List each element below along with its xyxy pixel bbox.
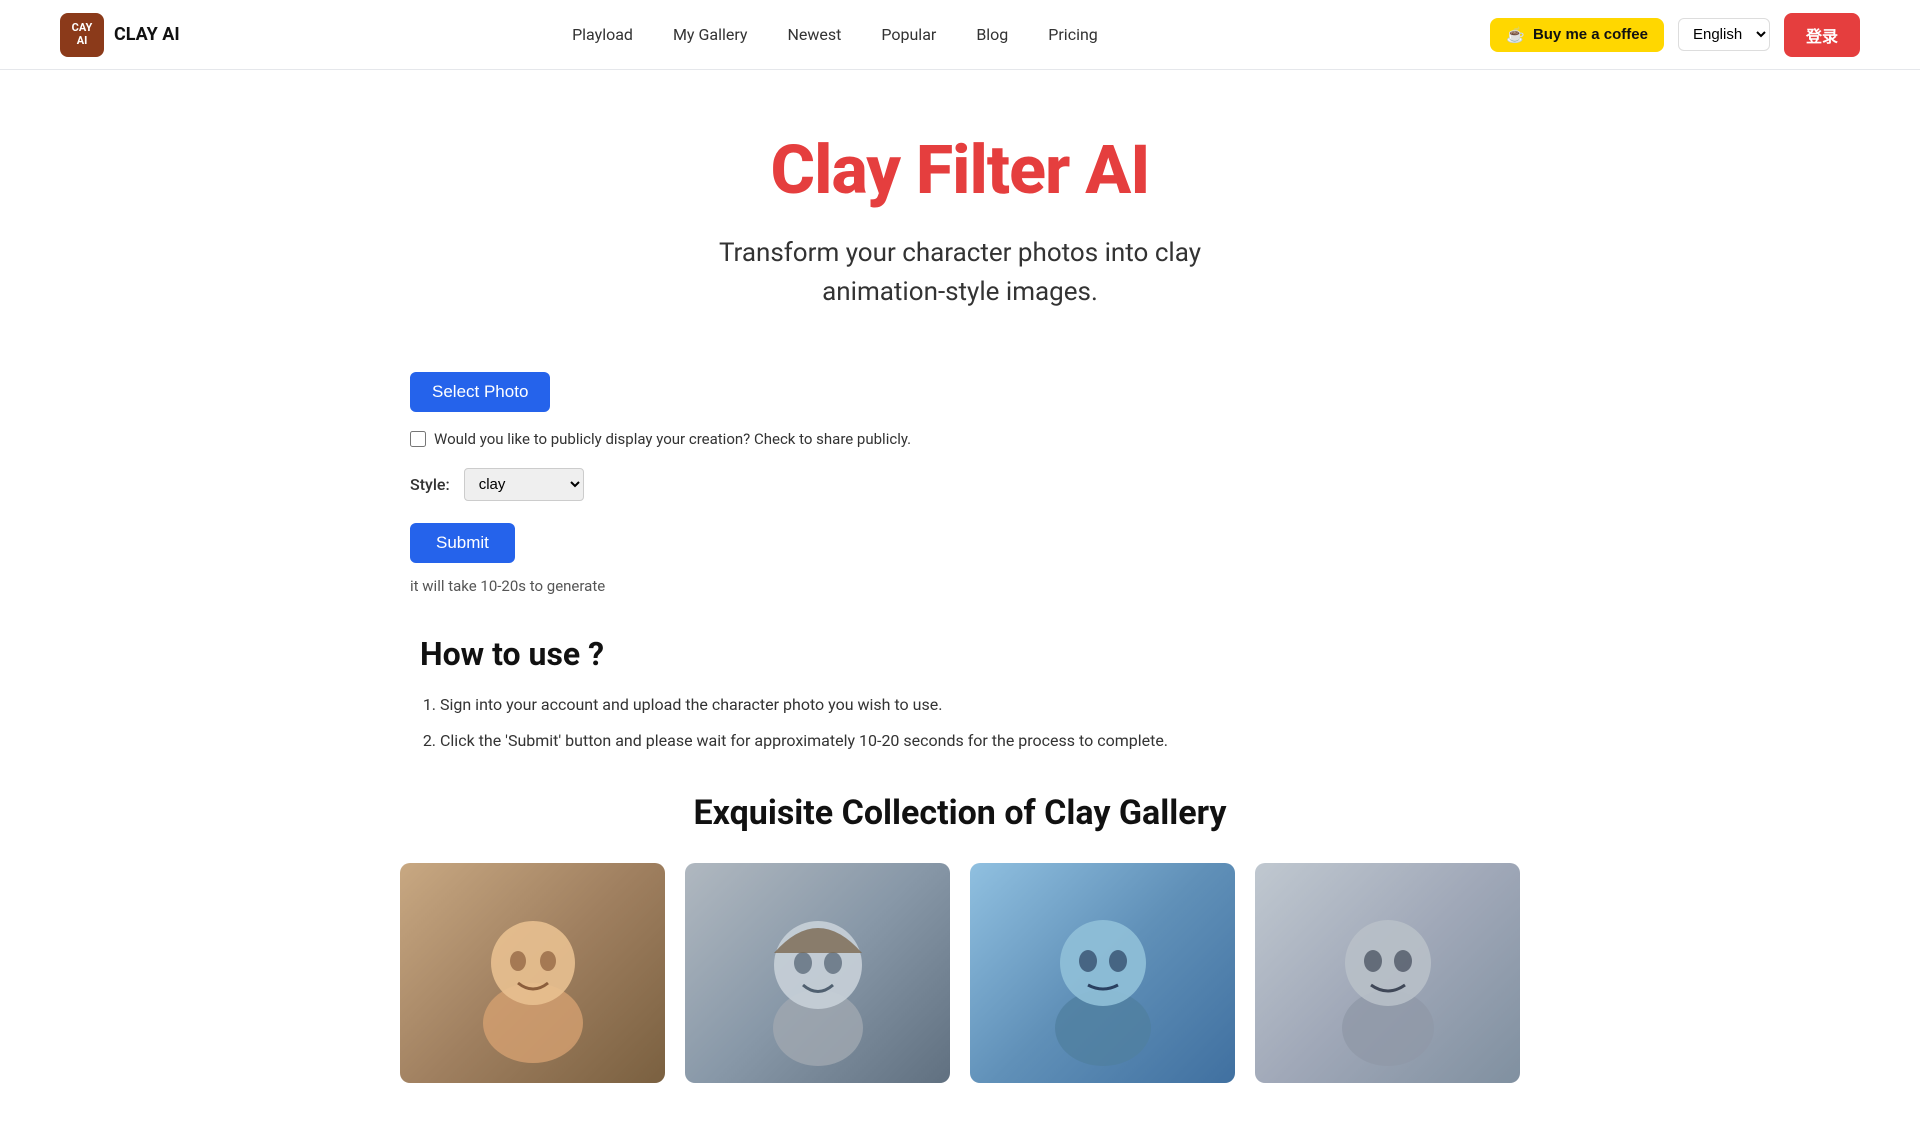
buy-coffee-label: Buy me a coffee xyxy=(1533,26,1648,43)
gallery-image-1 xyxy=(400,863,665,1083)
gallery-image-4 xyxy=(1255,863,1520,1083)
logo-icon: CAYAI xyxy=(60,13,104,57)
upload-form: Select Photo Would you like to publicly … xyxy=(410,372,1520,595)
login-button[interactable]: 登录 xyxy=(1784,13,1860,57)
logo[interactable]: CAYAI CLAY AI xyxy=(60,13,180,57)
nav-blog[interactable]: Blog xyxy=(976,25,1008,44)
style-label: Style: xyxy=(410,475,450,494)
submit-button[interactable]: Submit xyxy=(410,523,515,563)
nav-pricing[interactable]: Pricing xyxy=(1048,25,1098,44)
clay-art-svg-2 xyxy=(738,873,898,1073)
how-to-use-step-1: Sign into your account and upload the ch… xyxy=(440,693,1520,717)
coffee-icon: ☕ xyxy=(1506,26,1525,44)
public-display-label: Would you like to publicly display your … xyxy=(434,430,911,448)
how-to-use-section: How to use ? Sign into your account and … xyxy=(400,635,1520,753)
public-display-row: Would you like to publicly display your … xyxy=(410,430,1520,448)
gallery-section: Exquisite Collection of Clay Gallery xyxy=(400,793,1520,1083)
how-to-use-heading: How to use ? xyxy=(420,635,1520,673)
nav-my-gallery[interactable]: My Gallery xyxy=(673,25,748,44)
gallery-grid xyxy=(400,863,1520,1083)
buy-coffee-button[interactable]: ☕ Buy me a coffee xyxy=(1490,18,1664,52)
gallery-image-3 xyxy=(970,863,1235,1083)
hero-title: Clay Filter AI xyxy=(400,130,1520,210)
gallery-item-2[interactable] xyxy=(685,863,950,1083)
generate-note: it will take 10-20s to generate xyxy=(410,577,1520,595)
logo-text: CLAY AI xyxy=(114,24,180,45)
public-display-checkbox[interactable] xyxy=(410,431,426,447)
how-to-use-list: Sign into your account and upload the ch… xyxy=(440,693,1520,753)
gallery-image-2 xyxy=(685,863,950,1083)
hero-subtitle: Transform your character photos into cla… xyxy=(400,234,1520,312)
nav-playload[interactable]: Playload xyxy=(572,25,633,44)
style-select[interactable]: clayanimesketchwatercolor xyxy=(464,468,584,501)
gallery-item-4[interactable] xyxy=(1255,863,1520,1083)
clay-art-svg-1 xyxy=(453,873,613,1073)
gallery-item-1[interactable] xyxy=(400,863,665,1083)
header-actions: ☕ Buy me a coffee English中文日本語한국어 登录 xyxy=(1490,13,1860,57)
clay-art-svg-3 xyxy=(1023,873,1183,1073)
gallery-heading: Exquisite Collection of Clay Gallery xyxy=(400,793,1520,833)
clay-art-svg-4 xyxy=(1308,873,1468,1073)
how-to-use-step-2: Click the 'Submit' button and please wai… xyxy=(440,729,1520,753)
nav-popular[interactable]: Popular xyxy=(881,25,936,44)
style-row: Style: clayanimesketchwatercolor xyxy=(410,468,1520,501)
gallery-item-3[interactable] xyxy=(970,863,1235,1083)
language-select[interactable]: English中文日本語한국어 xyxy=(1678,18,1770,51)
select-photo-button[interactable]: Select Photo xyxy=(410,372,550,412)
main-nav: Playload My Gallery Newest Popular Blog … xyxy=(572,25,1098,44)
nav-newest[interactable]: Newest xyxy=(787,25,841,44)
